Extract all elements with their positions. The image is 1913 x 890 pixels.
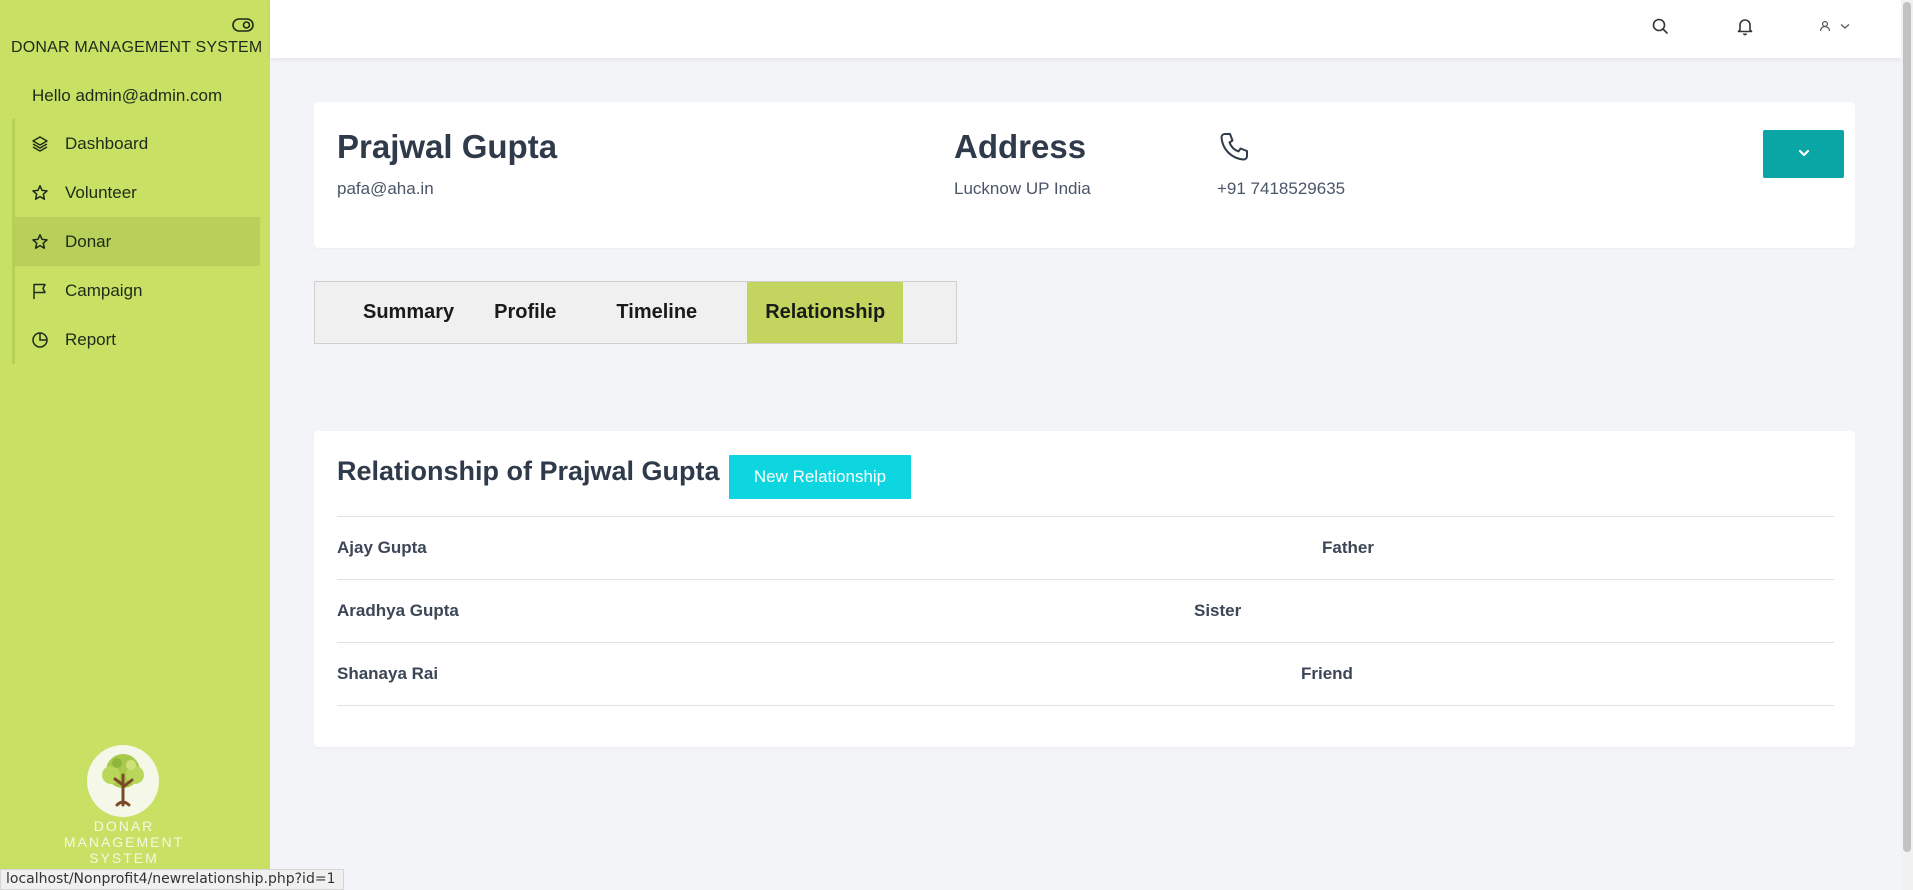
relation-type: Friend — [1301, 664, 1353, 683]
sidebar-toggle-icon[interactable] — [232, 17, 254, 33]
logo-tree-icon — [87, 745, 159, 817]
relation-type: Father — [1322, 538, 1374, 557]
relationship-title: Relationship of Prajwal Gupta — [337, 456, 720, 486]
chevron-down-icon — [1797, 145, 1811, 163]
address-heading: Address — [954, 128, 1087, 165]
sidebar-item-campaign[interactable]: Campaign — [15, 266, 260, 315]
profile-address: Lucknow UP India — [954, 179, 1091, 198]
relationship-table: Ajay Gupta Father Aradhya Gupta Sister S… — [337, 516, 1834, 706]
bell-icon[interactable] — [1735, 16, 1755, 36]
sidebar-item-label: Donar — [65, 231, 112, 251]
chevron-down-icon[interactable] — [1838, 16, 1852, 36]
sidebar-item-report[interactable]: Report — [15, 315, 260, 364]
sidebar-item-label: Volunteer — [65, 182, 137, 202]
page-scrollbar[interactable] — [1901, 0, 1913, 890]
flag-icon — [31, 282, 49, 300]
relation-person-name: Aradhya Gupta — [337, 601, 459, 620]
user-greeting: Hello admin@admin.com — [32, 86, 223, 105]
tab-timeline[interactable]: Timeline — [600, 282, 715, 343]
actions-dropdown-button[interactable] — [1763, 130, 1844, 178]
table-row: Ajay Gupta Father — [337, 517, 1834, 580]
sidebar: DONAR MANAGEMENT SYSTEM Hello admin@admi… — [0, 0, 270, 890]
sidebar-item-label: Dashboard — [65, 133, 149, 153]
profile-phone: +91 7418529635 — [1217, 179, 1346, 198]
sidebar-item-dashboard[interactable]: Dashboard — [15, 119, 260, 168]
sidebar-item-donar[interactable]: Donar — [15, 217, 260, 266]
logo-text: DONAR MANAGEMENT SYSTEM — [0, 818, 248, 866]
sidebar-item-volunteer[interactable]: Volunteer — [15, 168, 260, 217]
logo-text-line: SYSTEM — [89, 850, 159, 866]
sidebar-item-label: Campaign — [65, 280, 143, 300]
profile-name: Prajwal Gupta — [337, 128, 558, 165]
logo-text-line: DONAR — [93, 818, 155, 834]
tab-relationship[interactable]: Relationship — [747, 282, 904, 343]
pie-chart-icon — [31, 331, 49, 349]
sidebar-nav: Dashboard Volunteer Donar Campaign Repor… — [12, 119, 260, 364]
table-row: Aradhya Gupta Sister — [337, 580, 1834, 643]
relation-person-name: Shanaya Rai — [337, 664, 439, 683]
layers-icon — [31, 135, 49, 153]
table-row: Shanaya Rai Friend — [337, 643, 1834, 706]
relationship-card: Relationship of Prajwal Gupta New Relati… — [314, 431, 1855, 747]
relation-person-name: Ajay Gupta — [337, 538, 427, 557]
sidebar-item-label: Report — [65, 329, 117, 349]
topbar — [270, 0, 1901, 58]
profile-card: Prajwal Gupta pafa@aha.in Address Luckno… — [314, 102, 1855, 248]
scrollbar-thumb[interactable] — [1903, 2, 1911, 852]
browser-status-url: localhost/Nonprofit4/newrelationship.php… — [0, 869, 345, 890]
brand-title: DONAR MANAGEMENT SYSTEM — [11, 39, 263, 56]
profile-tabs: Summary Profile Timeline Relationship — [314, 281, 957, 344]
tab-summary[interactable]: Summary — [351, 282, 472, 343]
star-icon — [31, 233, 49, 251]
tab-profile[interactable]: Profile — [494, 282, 574, 343]
new-relationship-button[interactable]: New Relationship — [729, 455, 911, 499]
logo-text-line: MANAGEMENT — [63, 834, 185, 850]
relation-type: Sister — [1194, 601, 1242, 620]
star-icon — [31, 184, 49, 202]
search-icon[interactable] — [1650, 16, 1670, 36]
profile-email: pafa@aha.in — [337, 179, 434, 198]
phone-icon — [1218, 131, 1250, 163]
user-icon[interactable] — [1818, 16, 1832, 36]
